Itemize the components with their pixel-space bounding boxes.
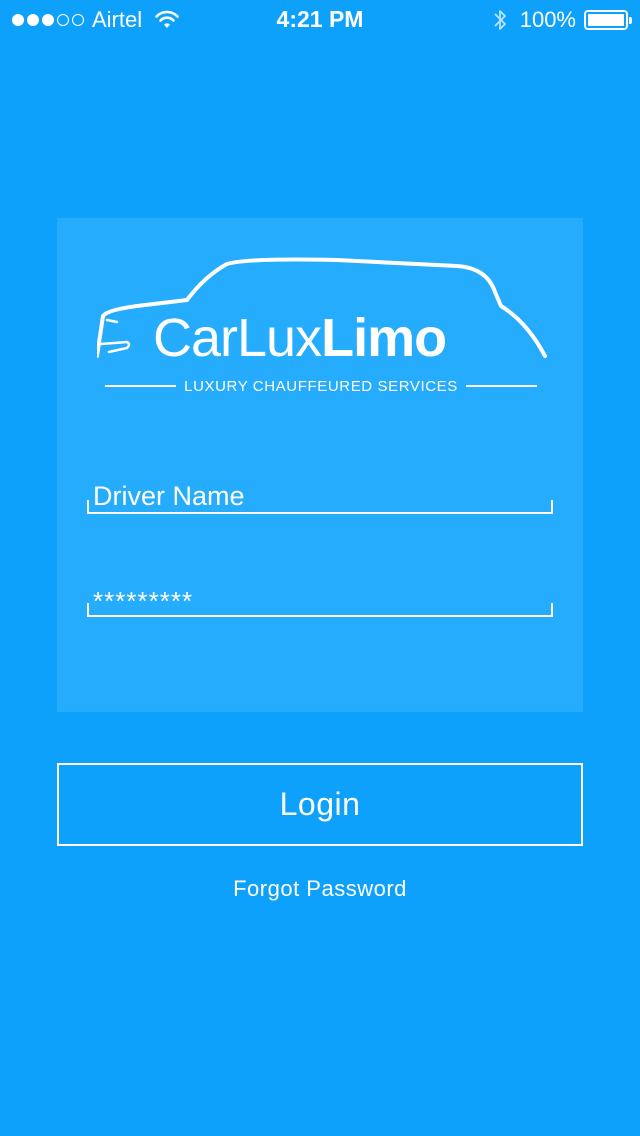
brand-logo: CarLuxLimo LUXURY CHAUFFEURED SERVICES [97, 256, 547, 396]
status-bar-right: 100% [492, 7, 632, 33]
tagline-rule-left [105, 385, 177, 387]
brand-tagline: LUXURY CHAUFFEURED SERVICES [105, 376, 538, 396]
battery-tip [629, 17, 632, 24]
login-card: CarLuxLimo LUXURY CHAUFFEURED SERVICES [57, 218, 583, 712]
bluetooth-icon [494, 10, 506, 30]
battery-fill [588, 14, 624, 26]
login-screen: Airtel 4:21 PM 100% CarLuxLimo LUXURY CH… [0, 0, 640, 1136]
forgot-password-link[interactable]: Forgot Password [0, 876, 640, 902]
brand-name-light: CarLux [153, 308, 322, 368]
brand-name-bold: Limo [321, 308, 447, 368]
battery-percentage: 100% [519, 7, 576, 32]
password-field[interactable] [87, 583, 553, 617]
password-underline [87, 603, 553, 617]
tagline-rule-right [465, 385, 538, 387]
driver-name-underline [87, 500, 553, 514]
status-bar: Airtel 4:21 PM 100% [0, 0, 640, 40]
driver-name-field[interactable] [87, 480, 553, 514]
tagline-text: LUXURY CHAUFFEURED SERVICES [184, 377, 458, 395]
brand-name: CarLuxLimo [153, 308, 447, 368]
battery-icon [584, 10, 632, 30]
login-button[interactable]: Login [57, 763, 583, 846]
